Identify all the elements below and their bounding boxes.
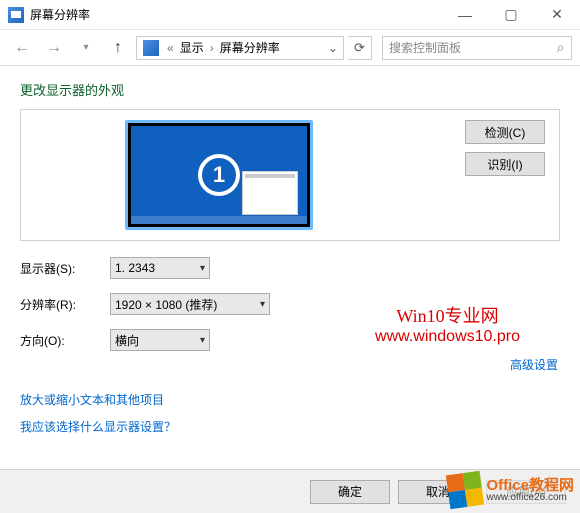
content-area: 更改显示器的外观 1 检测(C) 识别(I) 显示器(S): 1. 2343 ▾… (0, 66, 580, 469)
breadcrumb-resolution[interactable]: 屏幕分辨率 (218, 39, 282, 56)
display-preview-box: 1 检测(C) 识别(I) (20, 109, 560, 241)
chevron-down-icon: ▾ (260, 299, 265, 310)
orientation-select[interactable]: 横向 ▾ (110, 329, 210, 351)
office-logo-icon (446, 471, 484, 509)
chevron-down-icon: ▾ (200, 335, 205, 346)
display-label: 显示器(S): (20, 260, 110, 277)
monitor-preview[interactable]: 1 (125, 120, 313, 230)
which-display-link[interactable]: 我应该选择什么显示器设置？ (20, 418, 560, 435)
logo-overlay: Office教程网 www.office26.com (448, 473, 574, 507)
zoom-text-link[interactable]: 放大或缩小文本和其他项目 (20, 391, 560, 408)
display-select[interactable]: 1. 2343 ▾ (110, 257, 210, 279)
display-value: 1. 2343 (115, 261, 155, 275)
breadcrumb-dropdown[interactable]: ⌄ (325, 41, 341, 55)
search-input[interactable] (383, 41, 550, 55)
page-heading: 更改显示器的外观 (20, 80, 560, 99)
maximize-button[interactable]: ▢ (488, 0, 534, 29)
search-box[interactable]: ⌕ (382, 36, 572, 60)
orientation-label: 方向(O): (20, 332, 110, 349)
logo-brand: Office教程网 (486, 478, 574, 493)
refresh-button[interactable]: ⟳ (348, 36, 372, 60)
forward-button: → (40, 34, 68, 62)
logo-url: www.office26.com (486, 493, 574, 503)
chevron-right-icon: › (206, 41, 218, 55)
advanced-settings-link[interactable]: 高级设置 (510, 356, 558, 373)
chevron-down-icon: ▾ (200, 263, 205, 274)
orientation-value: 横向 (115, 332, 139, 349)
resolution-label: 分辨率(R): (20, 296, 110, 313)
up-button[interactable]: ↑ (104, 34, 132, 62)
resolution-select[interactable]: 1920 × 1080 (推荐) ▾ (110, 293, 270, 315)
titlebar: 屏幕分辨率 — ▢ ✕ (0, 0, 580, 30)
minimize-button[interactable]: — (442, 0, 488, 29)
monitor-number: 1 (198, 154, 240, 196)
watermark-line1: Win10专业网 (375, 302, 520, 328)
ok-button[interactable]: 确定 (310, 480, 390, 504)
close-button[interactable]: ✕ (534, 0, 580, 29)
chevron-right-icon: « (163, 41, 178, 55)
app-icon (8, 7, 24, 23)
breadcrumb-display[interactable]: 显示 (178, 39, 206, 56)
breadcrumb[interactable]: « 显示 › 屏幕分辨率 ⌄ (136, 36, 344, 60)
watermark: Win10专业网 www.windows10.pro (375, 302, 520, 346)
control-panel-icon (143, 40, 159, 56)
watermark-line2: www.windows10.pro (375, 328, 520, 346)
navbar: ← → ▾ ↑ « 显示 › 屏幕分辨率 ⌄ ⟳ ⌕ (0, 30, 580, 66)
detect-button[interactable]: 检测(C) (465, 120, 545, 144)
search-icon[interactable]: ⌕ (550, 39, 571, 56)
identify-button[interactable]: 识别(I) (465, 152, 545, 176)
resolution-value: 1920 × 1080 (推荐) (115, 296, 217, 313)
window-title: 屏幕分辨率 (30, 6, 442, 23)
recent-button[interactable]: ▾ (72, 34, 100, 62)
back-button[interactable]: ← (8, 34, 36, 62)
